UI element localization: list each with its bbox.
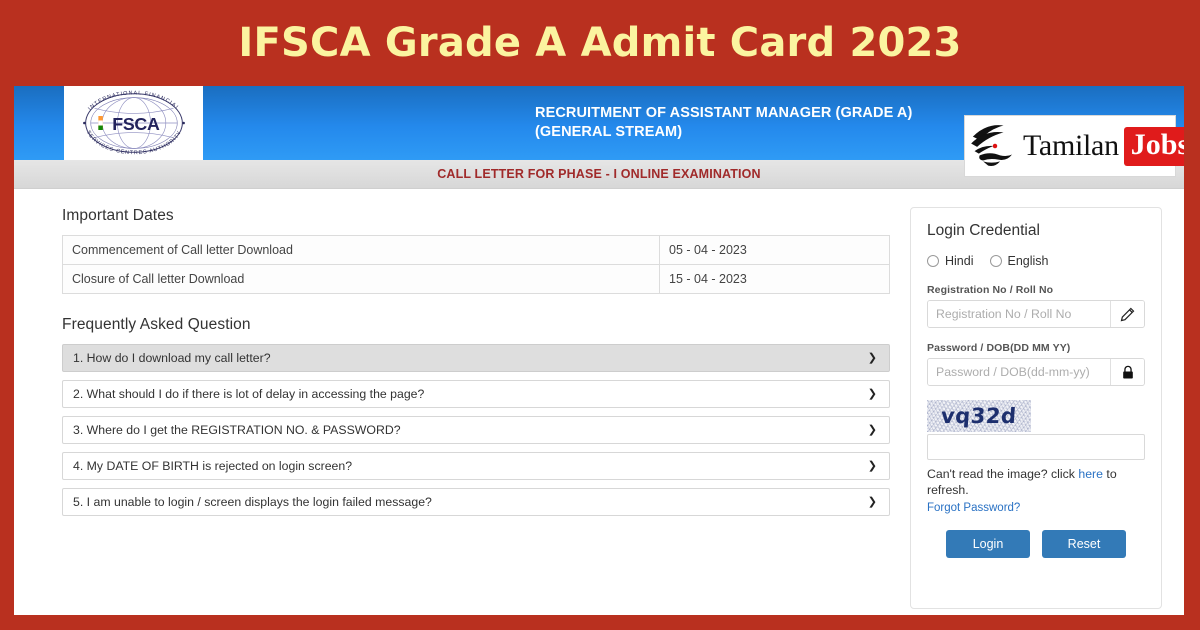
tamilan-wordmark: Tamilan: [1023, 129, 1119, 162]
login-panel-title: Login Credential: [927, 222, 1040, 239]
language-radio-hindi[interactable]: Hindi: [927, 254, 974, 268]
reset-button[interactable]: Reset: [1042, 530, 1126, 558]
language-radio-group: Hindi English: [927, 254, 1145, 268]
recruitment-heading-text: RECRUITMENT OF ASSISTANT MANAGER (GRADE …: [535, 105, 913, 140]
password-input[interactable]: [928, 359, 1110, 385]
tamilan-jobs-watermark: Tamilan Jobs: [964, 115, 1184, 177]
captcha-image: vq32d: [927, 400, 1031, 432]
faq-item-label: 3. Where do I get the REGISTRATION NO. &…: [73, 423, 401, 437]
faq-item-1[interactable]: 1. How do I download my call letter? ❯: [62, 344, 890, 372]
chevron-down-icon[interactable]: ❯: [868, 352, 877, 364]
date-value: 05 - 04 - 2023: [659, 235, 890, 265]
lock-icon[interactable]: [1110, 359, 1144, 385]
chevron-down-icon[interactable]: ❯: [868, 424, 877, 436]
chevron-down-icon[interactable]: ❯: [868, 496, 877, 508]
ifsca-logo-container: INTERNATIONAL FINANCIAL SERVICES CENTRES…: [64, 86, 203, 160]
svg-text:INTERNATIONAL FINANCIAL: INTERNATIONAL FINANCIAL: [87, 90, 180, 112]
date-value: 15 - 04 - 2023: [659, 264, 890, 294]
chevron-down-icon[interactable]: ❯: [868, 388, 877, 400]
right-column: Login Credential Hindi English Registrat…: [910, 207, 1162, 615]
registration-field-label: Registration No / Roll No: [927, 284, 1054, 296]
forgot-password-link[interactable]: Forgot Password?: [927, 502, 1020, 514]
captcha-refresh-help: Can't read the image? click here to refr…: [927, 466, 1145, 498]
login-credential-panel: Login Credential Hindi English Registrat…: [910, 207, 1162, 609]
language-radio-hindi-label: Hindi: [945, 254, 974, 268]
faq-item-5[interactable]: 5. I am unable to login / screen display…: [62, 488, 890, 516]
login-button[interactable]: Login: [946, 530, 1030, 558]
faq-item-label: 4. My DATE OF BIRTH is rejected on login…: [73, 459, 353, 473]
lock-glyph: [1122, 365, 1133, 378]
important-dates-heading: Important Dates: [62, 207, 174, 224]
language-radio-english[interactable]: English: [989, 254, 1049, 268]
svg-text:FSCA: FSCA: [112, 114, 160, 134]
faq-list: 1. How do I download my call letter? ❯ 2…: [62, 344, 890, 516]
site-header: INTERNATIONAL FINANCIAL SERVICES CENTRES…: [14, 86, 1184, 177]
captcha-input[interactable]: [927, 434, 1145, 460]
embedded-screenshot: INTERNATIONAL FINANCIAL SERVICES CENTRES…: [14, 86, 1184, 615]
faq-item-label: 1. How do I download my call letter?: [73, 351, 271, 365]
radio-circle-icon[interactable]: [989, 255, 1002, 267]
jobs-wordmark: Jobs: [1123, 126, 1184, 166]
faq-item-label: 2. What should I do if there is lot of d…: [73, 387, 425, 401]
table-row: Commencement of Call letter Download 05 …: [62, 235, 890, 265]
registration-input-group[interactable]: [927, 300, 1145, 328]
faq-item-3[interactable]: 3. Where do I get the REGISTRATION NO. &…: [62, 416, 890, 444]
password-input-group[interactable]: [927, 358, 1145, 386]
pencil-icon[interactable]: [1110, 301, 1144, 327]
login-button-row: Login Reset: [927, 530, 1145, 558]
date-label: Closure of Call letter Download: [62, 264, 660, 294]
faq-item-label: 5. I am unable to login / screen display…: [73, 495, 432, 509]
left-column: Important Dates Commencement of Call let…: [62, 207, 890, 615]
portal-body: Important Dates Commencement of Call let…: [14, 189, 1184, 615]
date-label: Commencement of Call letter Download: [62, 235, 660, 265]
faq-item-2[interactable]: 2. What should I do if there is lot of d…: [62, 380, 890, 408]
pencil-glyph: [1120, 307, 1135, 321]
radio-circle-icon[interactable]: [927, 255, 939, 267]
chevron-down-icon[interactable]: ❯: [868, 460, 877, 472]
password-field-label: Password / DOB(DD MM YY): [927, 342, 1071, 354]
table-row: Closure of Call letter Download 15 - 04 …: [62, 264, 890, 294]
ifsca-logo-icon: INTERNATIONAL FINANCIAL SERVICES CENTRES…: [82, 90, 185, 156]
call-letter-strip-text: CALL LETTER FOR PHASE - I ONLINE EXAMINA…: [437, 167, 761, 181]
captcha-refresh-link[interactable]: here: [1078, 467, 1103, 481]
important-dates-table: Commencement of Call letter Download 05 …: [62, 235, 890, 294]
captcha-text: vq32d: [940, 404, 1018, 428]
faq-item-4[interactable]: 4. My DATE OF BIRTH is rejected on login…: [62, 452, 890, 480]
faq-heading: Frequently Asked Question: [62, 316, 251, 333]
captcha-refresh-text-before: Can't read the image? click: [927, 467, 1079, 481]
page-banner: IFSCA Grade A Admit Card 2023: [0, 0, 1200, 86]
registration-input[interactable]: [928, 301, 1110, 327]
tamilan-face-icon: [971, 125, 1013, 166]
page-title: IFSCA Grade A Admit Card 2023: [238, 20, 962, 66]
language-radio-english-label: English: [1007, 254, 1049, 268]
